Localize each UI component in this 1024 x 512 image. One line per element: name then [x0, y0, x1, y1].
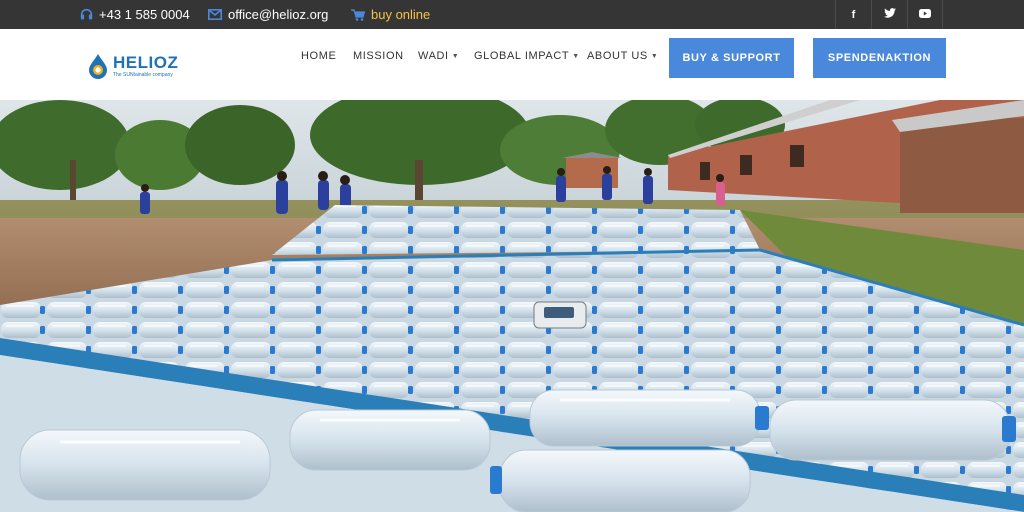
hero-photo	[0, 100, 1024, 512]
twitter-button[interactable]	[871, 0, 907, 29]
nav-label: GLOBAL IMPACT	[474, 50, 570, 62]
nav-about-us[interactable]: ABOUT US ▼	[587, 50, 658, 62]
nav-global-impact[interactable]: GLOBAL IMPACT ▼	[474, 50, 580, 62]
caret-down-icon: ▼	[451, 52, 460, 60]
nav-wadi[interactable]: WADI ▼	[418, 50, 459, 62]
buy-online-label: buy online	[371, 7, 431, 22]
nav-home[interactable]: HOME	[301, 50, 336, 62]
hero-image	[0, 100, 1024, 512]
caret-down-icon: ▼	[650, 52, 659, 60]
youtube-icon	[919, 8, 931, 21]
logo-name: HELIOZ	[113, 53, 179, 72]
logo-tagline: The SUNtainable company	[113, 72, 173, 78]
phone-number: +43 1 585 0004	[99, 7, 190, 22]
helioz-logo[interactable]: HELIOZ The SUNtainable company	[87, 49, 187, 83]
envelope-icon	[208, 9, 222, 20]
nav-label: WADI	[418, 50, 449, 62]
email-link[interactable]: office@helioz.org	[208, 0, 328, 29]
buy-online-link[interactable]: buy online	[351, 0, 430, 29]
twitter-icon	[883, 8, 896, 21]
cart-icon	[351, 8, 365, 21]
nav-label: MISSION	[353, 50, 404, 62]
phone-link[interactable]: +43 1 585 0004	[80, 0, 190, 29]
email-address: office@helioz.org	[228, 7, 329, 22]
buy-support-button[interactable]: BUY & SUPPORT	[669, 38, 794, 78]
youtube-button[interactable]	[907, 0, 943, 29]
social-links: f	[835, 0, 943, 29]
top-bar: +43 1 585 0004 office@helioz.org buy onl…	[0, 0, 1024, 29]
headset-icon	[80, 8, 93, 21]
caret-down-icon: ▼	[572, 52, 580, 60]
button-label: BUY & SUPPORT	[682, 52, 781, 64]
facebook-button[interactable]: f	[835, 0, 871, 29]
nav-label: HOME	[301, 50, 337, 62]
droplet-sun-icon	[89, 54, 107, 79]
nav-label: ABOUT US	[587, 50, 648, 62]
site-header: HELIOZ The SUNtainable company HOME MISS…	[0, 29, 1024, 100]
facebook-icon: f	[851, 8, 856, 21]
nav-mission[interactable]: MISSION	[353, 50, 404, 62]
spendenaktion-button[interactable]: SPENDENAKTION	[813, 38, 946, 78]
button-label: SPENDENAKTION	[827, 52, 932, 64]
